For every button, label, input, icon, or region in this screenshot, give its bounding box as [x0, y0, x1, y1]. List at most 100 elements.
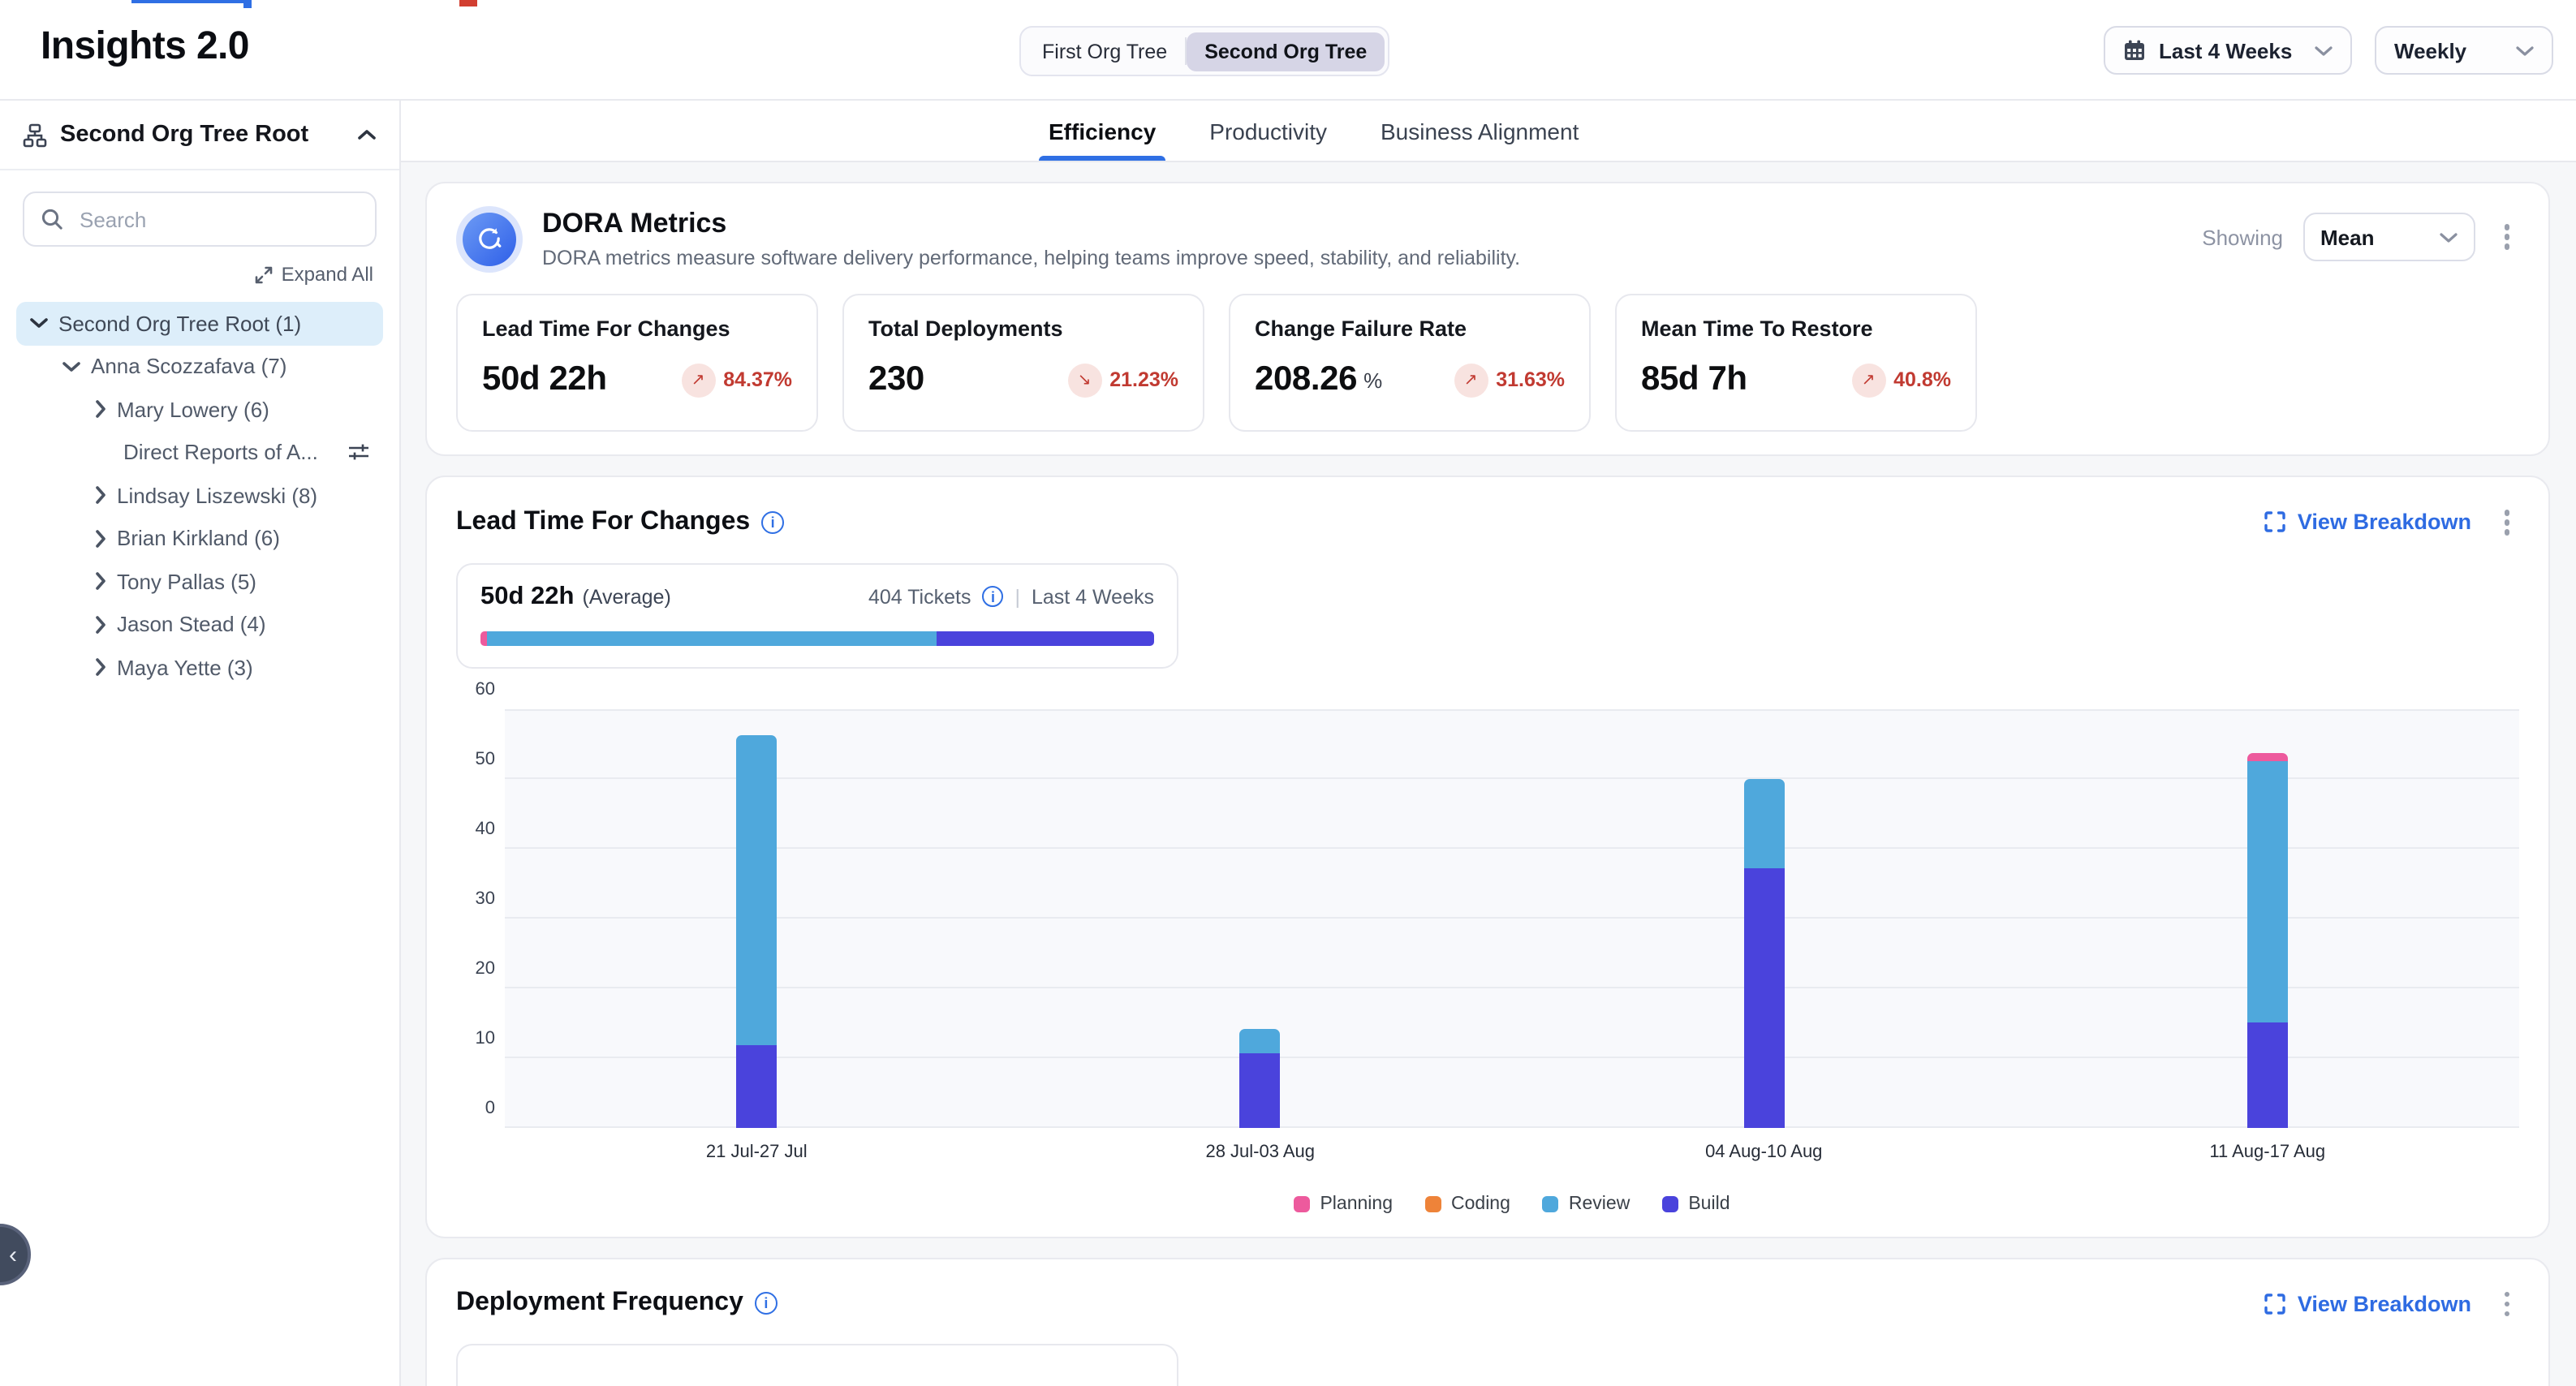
info-icon[interactable]: i [755, 1293, 778, 1315]
tree-item-maya-yette[interactable]: Maya Yette (3) [81, 646, 383, 689]
chevron-right-icon[interactable] [94, 400, 107, 420]
tree-item-mary-lowery[interactable]: Mary Lowery (6) [81, 388, 383, 431]
chevron-right-icon[interactable] [94, 486, 107, 506]
phase-segment-review [486, 631, 937, 645]
expand-corners-icon [2265, 1293, 2286, 1315]
tree-item-jason-stead[interactable]: Jason Stead (4) [81, 603, 383, 646]
legend-label: Review [1569, 1194, 1630, 1213]
gridline [505, 916, 2519, 918]
tree-item-brian-kirkland[interactable]: Brian Kirkland (6) [81, 517, 383, 560]
chevron-down-icon[interactable] [62, 360, 81, 373]
view-breakdown-label: View Breakdown [2298, 1292, 2471, 1316]
x-axis-label: 21 Jul-27 Jul [706, 1142, 808, 1161]
kebab-menu-icon[interactable] [2494, 503, 2519, 541]
metric-delta-badge: ↗ 84.37% [681, 363, 792, 397]
aggregation-dropdown[interactable]: Mean [2302, 213, 2475, 261]
chevron-down-icon[interactable] [29, 317, 49, 330]
metric-value: 208.26 [1255, 360, 1357, 399]
tree-item-label: Anna Scozzafava (7) [91, 355, 286, 379]
summary-average-value: 50d 22h [480, 582, 574, 611]
toggle-first-org-tree[interactable]: First Org Tree [1024, 32, 1185, 71]
lead-time-title-row: Lead Time For Changes i [456, 508, 784, 537]
tree-item-label: Mary Lowery (6) [117, 398, 269, 422]
granularity-dropdown[interactable]: Weekly [2375, 26, 2553, 75]
view-breakdown-link[interactable]: View Breakdown [2265, 1292, 2471, 1316]
tree-item-label: Tony Pallas (5) [117, 570, 256, 594]
tree-item-label: Direct Reports of A... [123, 441, 318, 465]
kebab-menu-icon[interactable] [2494, 218, 2519, 256]
tickets-count: 404 Tickets [868, 585, 971, 608]
legend-swatch-icon [1543, 1195, 1559, 1212]
date-range-value: Last 4 Weeks [2159, 38, 2292, 62]
legend-item-planning[interactable]: Planning [1294, 1194, 1393, 1213]
bar-segment-planning [2247, 754, 2288, 761]
tree-item-lindsay-liszewski[interactable]: Lindsay Liszewski (8) [81, 474, 383, 517]
sidebar-collapse-handle[interactable]: ‹ [0, 1224, 31, 1285]
chevron-right-icon[interactable] [94, 572, 107, 592]
phase-segment-planning [480, 631, 486, 645]
info-icon[interactable]: i [982, 586, 1003, 607]
tree-item-direct-reports[interactable]: Direct Reports of A... [81, 431, 383, 474]
sidebar-title: Second Org Tree Root [60, 122, 344, 148]
org-chart-icon [23, 123, 47, 147]
expand-corners-icon [2265, 512, 2286, 533]
y-axis-tick: 50 [456, 749, 495, 768]
chevron-right-icon[interactable] [94, 615, 107, 635]
metric-card-lead-time: Lead Time For Changes 50d 22h ↗ 84.37% [456, 294, 818, 432]
tree-item-anna-scozzafava[interactable]: Anna Scozzafava (7) [49, 345, 383, 388]
tree-item-root[interactable]: Second Org Tree Root (1) [16, 302, 383, 345]
search-input[interactable] [76, 205, 359, 233]
info-icon[interactable]: i [761, 511, 784, 534]
expand-all-label: Expand All [282, 263, 373, 286]
date-range-dropdown[interactable]: Last 4 Weeks [2104, 26, 2352, 75]
lead-time-chart: 0102030405060 21 Jul-27 Jul28 Jul-03 Aug… [456, 708, 2519, 1213]
kebab-menu-icon[interactable] [2494, 1285, 2519, 1323]
tree-item-tony-pallas[interactable]: Tony Pallas (5) [81, 560, 383, 603]
meta-divider: | [1014, 585, 1020, 608]
main-area: Efficiency Productivity Business Alignme… [401, 101, 2576, 1386]
trend-up-icon: ↗ [1851, 363, 1885, 397]
legend-item-build[interactable]: Build [1662, 1194, 1730, 1213]
bar-segment-build [1743, 869, 1784, 1127]
summary-range: Last 4 Weeks [1032, 585, 1154, 608]
x-axis-label: 28 Jul-03 Aug [1205, 1142, 1315, 1161]
metric-unit: % [1363, 368, 1382, 392]
toggle-second-org-tree[interactable]: Second Org Tree [1187, 32, 1385, 71]
legend-item-review[interactable]: Review [1543, 1194, 1630, 1213]
bar-segment-review [1240, 1029, 1281, 1053]
legend-item-coding[interactable]: Coding [1425, 1194, 1510, 1213]
chevron-down-icon [2439, 231, 2457, 243]
chevron-down-icon [2315, 45, 2333, 56]
chevron-up-icon[interactable] [357, 128, 377, 141]
x-axis-label: 04 Aug-10 Aug [1705, 1142, 1822, 1161]
clipped-artifact [459, 0, 477, 6]
org-tree: Second Org Tree Root (1) Anna Scozzafava… [0, 292, 399, 689]
dora-cycle-icon [456, 206, 523, 273]
legend-label: Build [1688, 1194, 1730, 1213]
tab-business-alignment[interactable]: Business Alignment [1381, 118, 1579, 161]
chevron-right-icon[interactable] [94, 529, 107, 549]
metric-card-mean-time-to-restore: Mean Time To Restore 85d 7h ↗ 40.8% [1615, 294, 1977, 432]
metric-value: 230 [868, 360, 924, 399]
filters-icon[interactable] [347, 442, 370, 463]
deployment-frequency-title-row: Deployment Frequency i [456, 1289, 778, 1319]
tab-productivity[interactable]: Productivity [1209, 118, 1327, 161]
tab-efficiency[interactable]: Efficiency [1049, 118, 1156, 161]
view-breakdown-link[interactable]: View Breakdown [2265, 510, 2471, 535]
page-title: Insights 2.0 [41, 24, 249, 70]
chevron-right-icon[interactable] [94, 658, 107, 678]
tree-item-label: Jason Stead (4) [117, 613, 266, 637]
trend-down-icon: ↘ [1067, 363, 1101, 397]
metric-label: Lead Time For Changes [482, 316, 792, 341]
chevron-down-icon [2516, 45, 2534, 56]
lead-time-title: Lead Time For Changes [456, 508, 750, 537]
y-axis-tick: 30 [456, 889, 495, 908]
expand-all-button[interactable]: Expand All [0, 253, 399, 292]
metric-value: 85d 7h [1641, 360, 1747, 399]
phase-segment-build [937, 631, 1154, 645]
clipped-artifact [243, 0, 252, 8]
y-axis-tick: 60 [456, 679, 495, 699]
sidebar-header: Second Org Tree Root [0, 101, 399, 170]
tree-item-label: Lindsay Liszewski (8) [117, 484, 317, 508]
legend-label: Planning [1320, 1194, 1393, 1213]
